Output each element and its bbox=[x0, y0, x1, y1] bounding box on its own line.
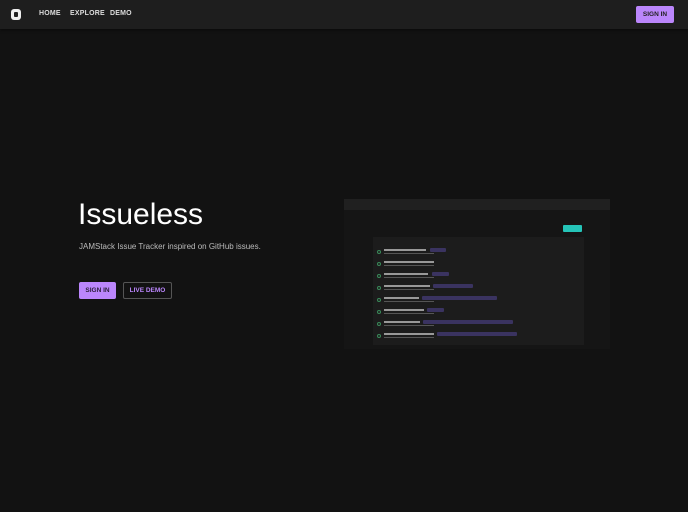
nav-home[interactable]: HOME bbox=[39, 10, 61, 17]
hero-subtitle: JAMStack Issue Tracker inspired on GitHu… bbox=[79, 242, 261, 251]
preview-row bbox=[377, 320, 537, 329]
preview-row bbox=[377, 308, 537, 317]
hero-sign-in-button[interactable]: SIGN IN bbox=[79, 282, 116, 299]
preview-row bbox=[377, 296, 537, 305]
preview-navbar bbox=[344, 199, 610, 210]
preview-row bbox=[377, 332, 537, 341]
preview-row bbox=[377, 272, 537, 281]
nav-explore[interactable]: EXPLORE bbox=[70, 10, 105, 17]
sign-in-button[interactable]: SIGN IN bbox=[636, 6, 674, 23]
preview-row bbox=[377, 248, 537, 257]
hero-title: Issueless bbox=[78, 198, 204, 231]
bug-logo-icon[interactable] bbox=[11, 9, 21, 20]
preview-row bbox=[377, 284, 537, 293]
preview-row bbox=[377, 261, 537, 269]
preview-new-issue-button bbox=[563, 225, 582, 232]
live-demo-button[interactable]: LIVE DEMO bbox=[123, 282, 172, 299]
nav-demo[interactable]: DEMO bbox=[110, 10, 132, 17]
app-preview-screenshot bbox=[344, 199, 610, 349]
preview-issue-list bbox=[373, 237, 584, 345]
top-navbar: HOME EXPLORE DEMO SIGN IN bbox=[0, 0, 688, 29]
